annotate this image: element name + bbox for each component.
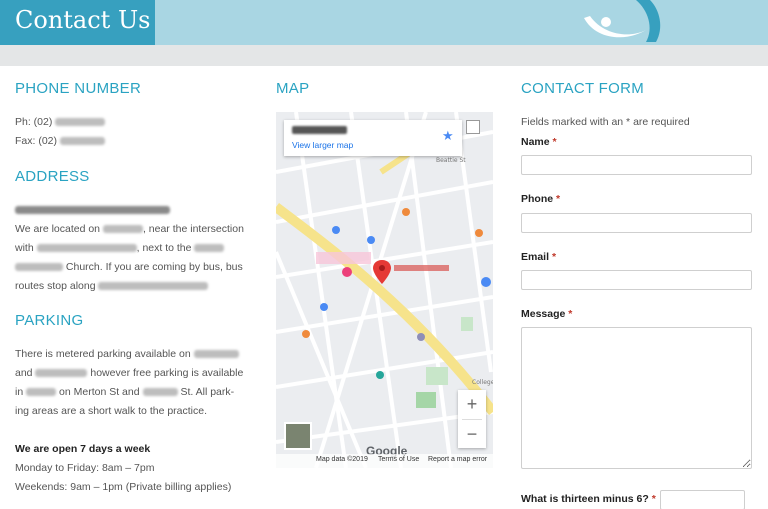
street-label: Beattie St <box>436 157 466 164</box>
terms-link[interactable]: Terms of Use <box>378 456 419 463</box>
text: are required <box>633 116 690 128</box>
text: Fields marked with an <box>521 116 624 128</box>
zoom-controls: + − <box>458 390 486 448</box>
phone-number: Ph: (02) <box>15 113 106 132</box>
email-label: Email * <box>521 251 556 263</box>
required-star: * <box>556 193 561 205</box>
phone-label: Phone * <box>521 193 560 205</box>
address-line: routes stop along <box>15 277 209 296</box>
report-map-error-link[interactable]: Report a map error <box>428 456 487 463</box>
text: , near the intersection <box>142 223 244 235</box>
redacted-text <box>59 137 105 146</box>
parking-line: in on Merton St and St. All park- <box>15 383 234 402</box>
embedded-map[interactable]: Beattie St College View larger map ★ + −… <box>276 112 493 468</box>
phone-input[interactable] <box>521 213 752 233</box>
required-star: * <box>651 493 656 505</box>
text: We are located on <box>15 223 101 235</box>
captcha-input[interactable] <box>660 490 745 509</box>
satellite-thumbnail[interactable] <box>284 422 312 450</box>
map-data-text: Map data ©2019 <box>316 456 368 463</box>
address-heading: ADDRESS <box>15 168 90 185</box>
redacted-text <box>142 388 178 397</box>
map-heading: MAP <box>276 80 310 97</box>
contact-form-heading: CONTACT FORM <box>521 80 645 97</box>
street-label: College <box>472 379 493 386</box>
text: Name <box>521 136 550 148</box>
text: , next to the <box>136 242 192 254</box>
hours-weekend: Weekends: 9am – 1pm (Private billing app… <box>15 481 232 493</box>
page-title-box: Contact Us <box>0 0 155 45</box>
redacted-text <box>194 244 225 253</box>
text: Message <box>521 308 566 320</box>
map-footer: Map data ©2019 Terms of Use Report a map… <box>276 454 493 468</box>
required-star: * <box>568 308 573 320</box>
redacted-text <box>193 350 239 359</box>
parking-line: ing areas are a short walk to the practi… <box>15 405 208 417</box>
zoom-out-button[interactable]: − <box>458 420 486 448</box>
page-title: Contact Us <box>15 6 151 34</box>
required-star: * <box>551 251 557 263</box>
text: What is thirteen minus 6? <box>521 493 649 505</box>
parking-line: There is metered parking available on <box>15 345 239 364</box>
hours-weekday: Monday to Friday: 8am – 7pm <box>15 462 155 474</box>
address-line: We are located on , near the intersectio… <box>15 220 244 239</box>
redacted-text <box>15 263 63 272</box>
address-line: Church. If you are coming by bus, bus <box>15 258 243 277</box>
text: * <box>626 116 631 128</box>
fax-label: Fax: (02) <box>15 135 58 147</box>
phone-heading: PHONE NUMBER <box>15 80 142 97</box>
text: There is metered parking available on <box>15 348 191 360</box>
fullscreen-icon[interactable] <box>466 120 480 134</box>
text: Phone <box>521 193 554 205</box>
map-info-card: View larger map ★ <box>284 120 462 156</box>
header-subbar <box>0 45 768 66</box>
hours-title: We are open 7 days a week <box>15 443 151 455</box>
text: with <box>15 242 34 254</box>
name-input[interactable] <box>521 155 752 175</box>
fax-number: Fax: (02) <box>15 132 105 151</box>
address-street <box>15 201 170 220</box>
redacted-text <box>26 388 57 397</box>
text: Email <box>521 251 550 263</box>
redacted-text <box>15 206 170 215</box>
zoom-in-button[interactable]: + <box>458 390 486 418</box>
redacted-text <box>35 369 88 378</box>
header-banner: Contact Us <box>0 0 768 45</box>
text: Church. If you are coming by bus, bus <box>65 261 243 273</box>
text: however free parking is available <box>90 367 244 379</box>
required-note: Fields marked with an * are required <box>521 113 690 132</box>
address-line: with , next to the <box>15 239 225 258</box>
message-textarea[interactable] <box>521 327 752 469</box>
captcha-label: What is thirteen minus 6? * <box>521 493 656 505</box>
map-place-name <box>292 126 347 134</box>
email-input[interactable] <box>521 270 752 290</box>
parking-heading: PARKING <box>15 312 84 329</box>
view-larger-map-link[interactable]: View larger map <box>292 140 353 150</box>
parking-line: and however free parking is available <box>15 364 243 383</box>
text: on Merton St and <box>59 386 140 398</box>
text: in <box>15 386 24 398</box>
phone-label: Ph: (02) <box>15 116 53 128</box>
star-icon[interactable]: ★ <box>442 128 454 144</box>
redacted-text <box>98 282 209 291</box>
message-label: Message * <box>521 308 572 320</box>
redacted-text <box>36 244 137 253</box>
redacted-text <box>102 225 143 234</box>
name-label: Name * <box>521 136 557 148</box>
text: routes stop along <box>15 280 96 292</box>
text: St. All park- <box>180 386 235 398</box>
redacted-text <box>55 118 106 127</box>
required-star: * <box>552 136 557 148</box>
logo-icon <box>584 0 661 42</box>
text: and <box>15 367 33 379</box>
